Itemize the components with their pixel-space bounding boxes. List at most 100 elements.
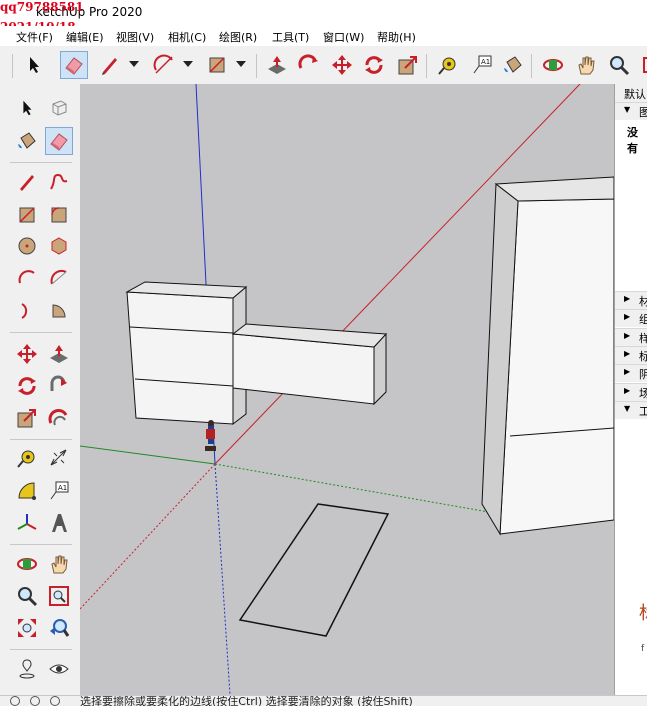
caret-right-icon: ▶ <box>624 294 631 303</box>
toolbar-separator <box>426 54 427 78</box>
rotated-rectangle-icon[interactable] <box>45 201 73 229</box>
rotate-icon[interactable] <box>360 51 388 79</box>
caret-right-icon: ▶ <box>624 331 631 340</box>
text-icon[interactable]: A1 <box>45 477 73 505</box>
orbit-icon[interactable] <box>539 51 567 79</box>
caret-down-icon: ▼ <box>624 105 631 114</box>
two-point-arc-icon[interactable] <box>45 264 73 292</box>
protractor-icon[interactable] <box>13 477 41 505</box>
menu-file[interactable]: 文件(F) <box>16 29 53 45</box>
pencil-icon[interactable] <box>96 51 124 79</box>
pencil-dropdown-icon[interactable] <box>129 61 139 67</box>
pan-icon[interactable] <box>572 51 600 79</box>
line-icon[interactable] <box>13 168 41 196</box>
green-axis-negative <box>214 463 501 515</box>
arc-icon[interactable] <box>13 264 41 292</box>
palette-separator <box>10 162 72 163</box>
horizontal-beam[interactable] <box>231 323 388 406</box>
menu-window[interactable]: 窗口(W) <box>323 29 364 45</box>
freehand-icon[interactable] <box>45 168 73 196</box>
arc-icon[interactable] <box>150 51 178 79</box>
tool-palette: A1 <box>0 84 80 695</box>
eraser-icon[interactable] <box>60 51 88 79</box>
panel-section-tags[interactable]: ▶标 <box>615 346 647 364</box>
menu-draw[interactable]: 绘图(R) <box>219 29 257 45</box>
menu-view[interactable]: 视图(V) <box>116 29 154 45</box>
ground-rectangle-outline[interactable] <box>238 503 390 637</box>
large-wall-box[interactable] <box>481 176 614 536</box>
rectangle-dropdown-icon[interactable] <box>236 61 246 67</box>
panel-default-section[interactable]: ▼ 图 <box>615 102 647 120</box>
status-bar: 选择要擦除或要柔化的边线(按住Ctrl) 选择要清除的对象 (按住Shift) <box>0 695 647 706</box>
position-camera-icon[interactable] <box>13 655 41 683</box>
modeling-viewport[interactable] <box>80 84 614 695</box>
rectangle-icon[interactable] <box>13 201 41 229</box>
zoom-icon[interactable] <box>605 51 633 79</box>
paint-bucket-icon[interactable] <box>499 51 527 79</box>
select-icon[interactable] <box>13 94 41 122</box>
follow-me-icon[interactable] <box>45 372 73 400</box>
vertical-block[interactable] <box>125 281 248 426</box>
caret-right-icon: ▶ <box>624 367 631 376</box>
offset-icon[interactable] <box>45 404 73 432</box>
arc-dropdown-icon[interactable] <box>183 61 193 67</box>
scale-icon[interactable] <box>13 404 41 432</box>
text-icon[interactable]: A1 <box>468 51 496 79</box>
follow-me-icon[interactable] <box>295 51 323 79</box>
move-icon[interactable] <box>328 51 356 79</box>
menu-tools[interactable]: 工具(T) <box>272 29 309 45</box>
dimension-icon[interactable] <box>45 444 73 472</box>
instructor-title: 标 <box>639 599 647 625</box>
no-selection-text: 没有 <box>627 126 638 155</box>
rectangle-icon[interactable] <box>203 51 231 79</box>
panel-section-instructor[interactable]: ▼工 <box>615 401 647 419</box>
zoom-extents-icon[interactable] <box>13 614 41 642</box>
toolbar-separator <box>531 54 532 78</box>
tape-measure-icon[interactable] <box>434 51 462 79</box>
push-pull-icon[interactable] <box>263 51 291 79</box>
panel-section-shadows[interactable]: ▶阴 <box>615 364 647 382</box>
palette-separator <box>10 544 72 545</box>
green-axis <box>80 445 216 465</box>
palette-separator <box>10 439 72 440</box>
palette-separator <box>10 332 72 333</box>
paint-bucket-icon[interactable] <box>13 127 41 155</box>
caret-right-icon: ▶ <box>624 349 631 358</box>
rotate-icon[interactable] <box>13 372 41 400</box>
eraser-icon[interactable] <box>45 127 73 155</box>
look-around-icon[interactable] <box>45 655 73 683</box>
select-icon[interactable] <box>20 51 48 79</box>
push-pull-icon[interactable] <box>45 340 73 368</box>
polygon-icon[interactable] <box>45 232 73 260</box>
watermark-id: qq79788581 <box>0 0 84 14</box>
scene-canvas[interactable] <box>80 84 614 695</box>
panel-section-materials[interactable]: ▶材 <box>615 291 647 309</box>
red-axis-negative <box>80 463 216 610</box>
pie-icon[interactable] <box>45 297 73 325</box>
zoom-icon[interactable] <box>13 582 41 610</box>
previous-view-icon[interactable] <box>45 614 73 642</box>
move-icon[interactable] <box>13 340 41 368</box>
panel-section-styles[interactable]: ▶样 <box>615 328 647 346</box>
zoom-extents-icon[interactable] <box>635 51 647 79</box>
menu-camera[interactable]: 相机(C) <box>168 29 206 45</box>
scale-figure[interactable] <box>205 420 216 451</box>
3d-text-icon[interactable] <box>45 509 73 537</box>
orbit-icon[interactable] <box>13 550 41 578</box>
tape-measure-icon[interactable] <box>13 444 41 472</box>
blue-axis-negative <box>214 463 231 695</box>
three-point-arc-icon[interactable] <box>13 297 41 325</box>
svg-text:A1: A1 <box>481 58 490 66</box>
main-toolbar: A1 <box>0 46 647 85</box>
panel-section-components[interactable]: ▶组 <box>615 309 647 327</box>
circle-icon[interactable] <box>13 232 41 260</box>
make-component-icon[interactable] <box>45 94 73 122</box>
zoom-window-icon[interactable] <box>45 582 73 610</box>
axes-icon[interactable] <box>13 509 41 537</box>
pan-icon[interactable] <box>45 550 73 578</box>
menu-help[interactable]: 帮助(H) <box>377 29 416 45</box>
scale-icon[interactable] <box>394 51 422 79</box>
panel-section-scenes[interactable]: ▶场 <box>615 383 647 401</box>
menu-edit[interactable]: 编辑(E) <box>66 29 104 45</box>
caret-right-icon: ▶ <box>624 312 631 321</box>
